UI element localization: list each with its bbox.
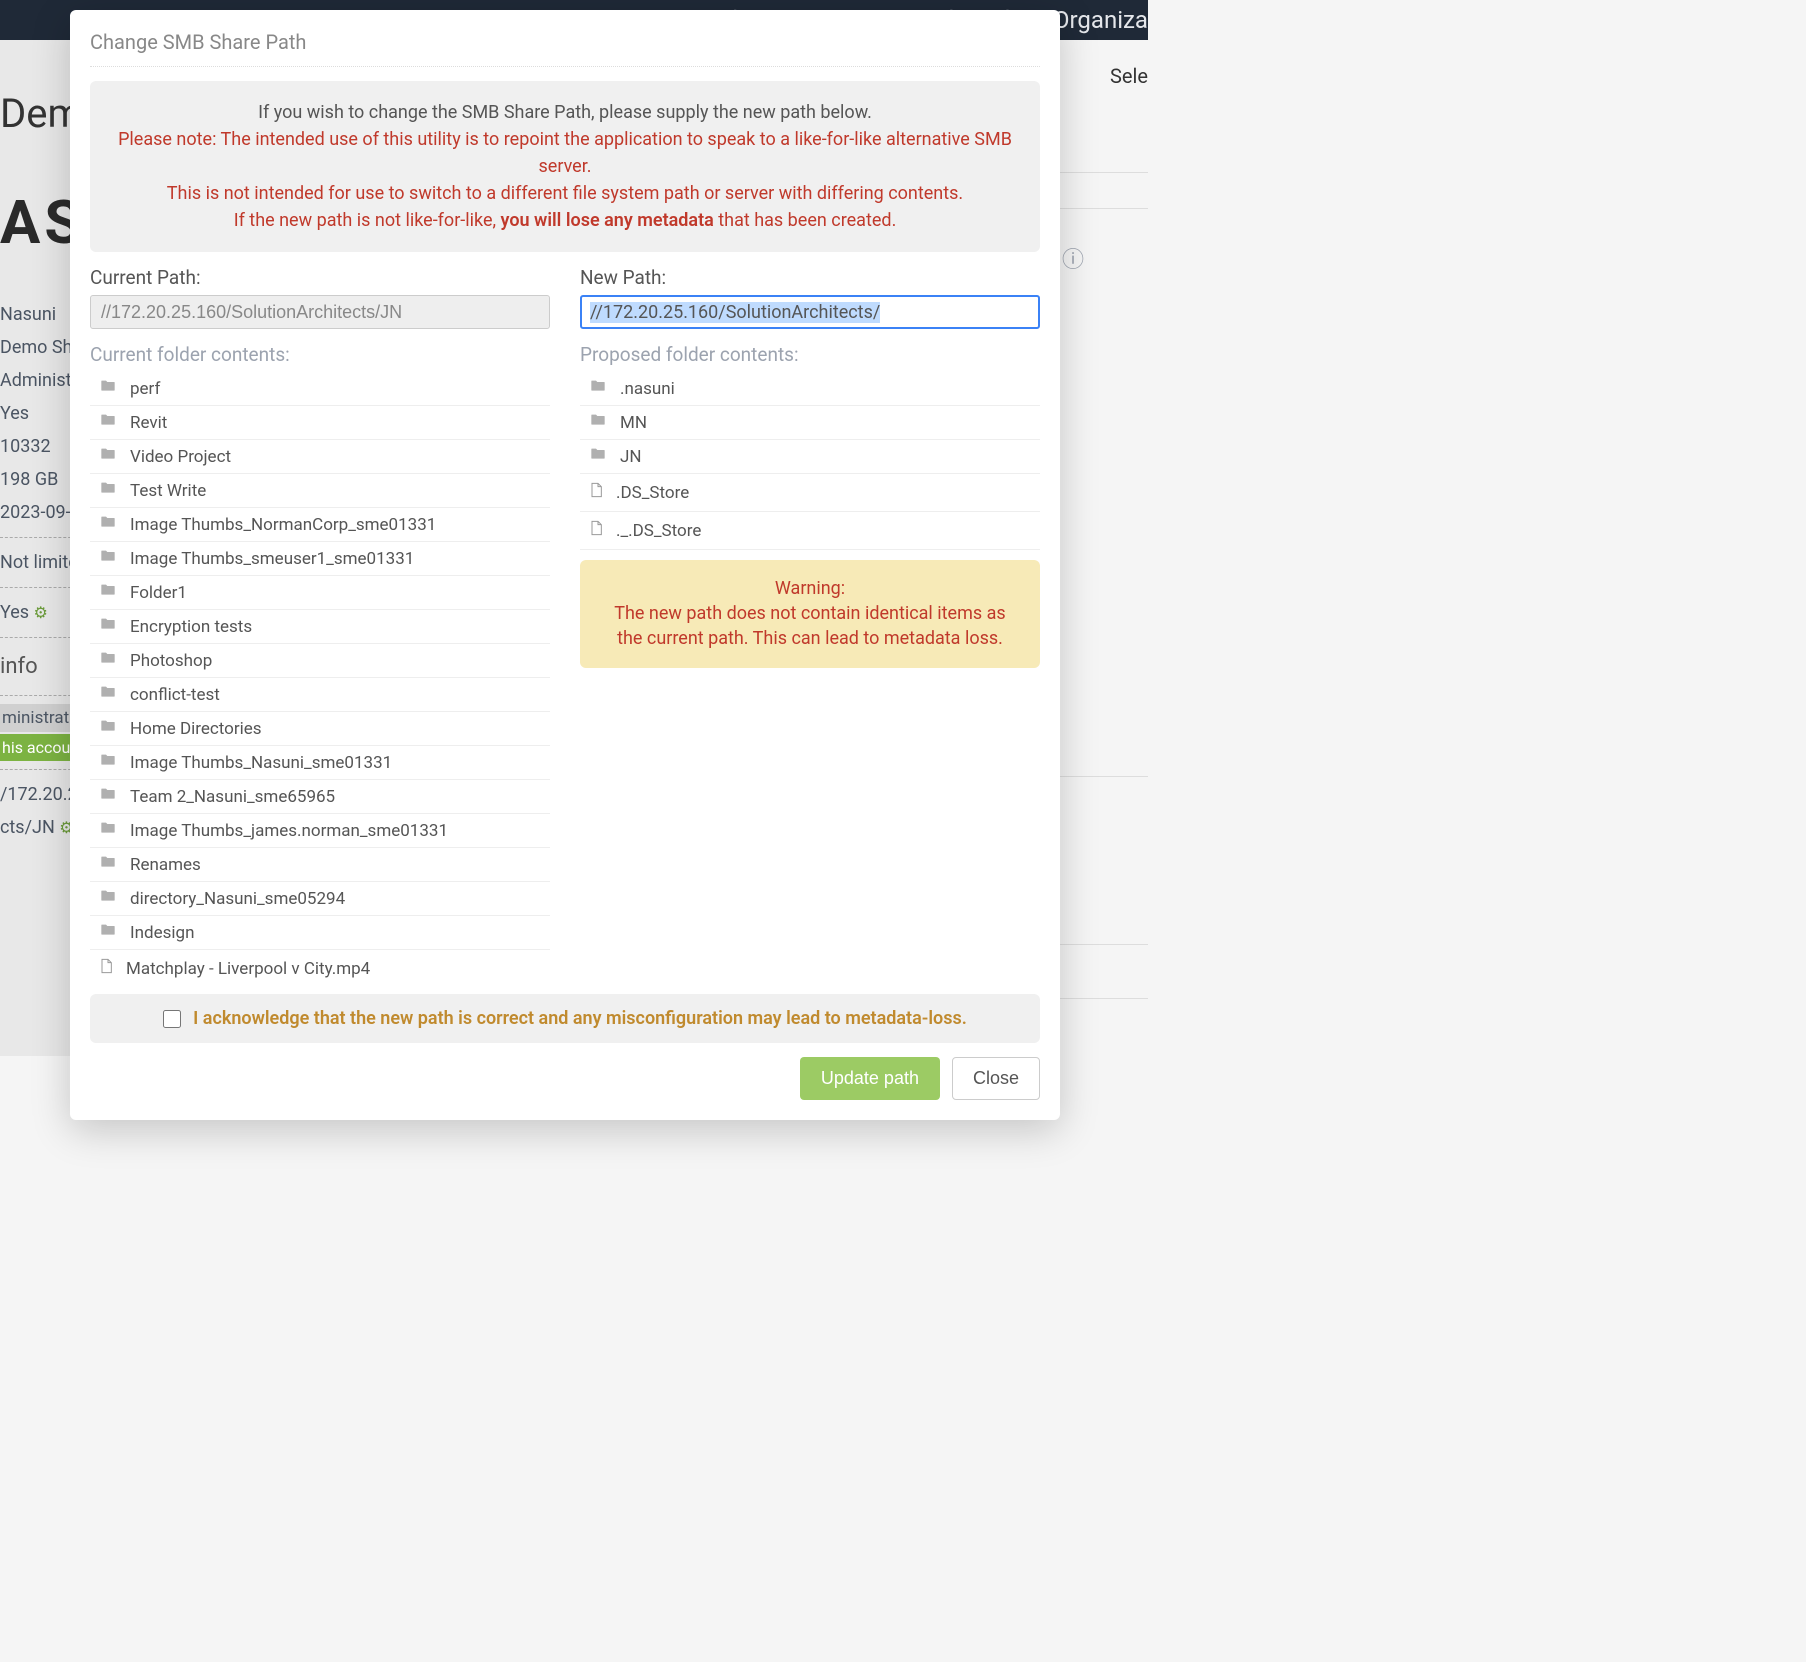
new-path-label: New Path: <box>580 266 1040 289</box>
list-item[interactable]: perf <box>90 372 550 406</box>
folder-icon <box>98 378 118 399</box>
gear-icon[interactable]: ⚙ <box>34 603 48 622</box>
item-name: Image Thumbs_NormanCorp_sme01331 <box>130 515 436 535</box>
list-item[interactable]: Video Project <box>90 440 550 474</box>
folder-icon <box>98 888 118 909</box>
modal-title: Change SMB Share Path <box>90 30 1040 67</box>
background-left-panel: Dem AS Nasuni Demo Sh Administ Yes 10332… <box>0 40 76 1056</box>
list-item[interactable]: directory_Nasuni_sme05294 <box>90 882 550 916</box>
list-item[interactable]: ._.DS_Store <box>580 512 1040 550</box>
proposed-contents-label: Proposed folder contents: <box>580 343 1040 366</box>
info-box: If you wish to change the SMB Share Path… <box>90 81 1040 252</box>
list-item[interactable]: Image Thumbs_james.norman_sme01331 <box>90 814 550 848</box>
list-item[interactable]: Folder1 <box>90 576 550 610</box>
item-name: Encryption tests <box>130 617 252 637</box>
item-name: Folder1 <box>130 583 187 603</box>
folder-icon <box>98 752 118 773</box>
folder-icon <box>98 480 118 501</box>
new-path-column: New Path: //172.20.25.160/SolutionArchit… <box>580 266 1040 980</box>
item-name: .DS_Store <box>616 483 689 503</box>
list-item[interactable]: Matchplay - Liverpool v City.mp4 <box>90 950 550 980</box>
list-item[interactable]: Image Thumbs_Nasuni_sme01331 <box>90 746 550 780</box>
folder-icon <box>98 446 118 467</box>
folder-icon <box>588 378 608 399</box>
list-item[interactable]: Photoshop <box>90 644 550 678</box>
item-name: Test Write <box>130 481 206 501</box>
acknowledge-label[interactable]: I acknowledge that the new path is corre… <box>193 1008 967 1029</box>
acknowledge-box: I acknowledge that the new path is corre… <box>90 994 1040 1043</box>
modal-footer: Update path Close <box>90 1057 1040 1100</box>
folder-icon <box>98 684 118 705</box>
file-icon <box>588 480 604 505</box>
current-path-column: Current Path: Current folder contents: p… <box>90 266 550 980</box>
item-name: Revit <box>130 413 167 433</box>
acknowledge-checkbox[interactable] <box>163 1010 181 1028</box>
item-name: Indesign <box>130 923 194 943</box>
file-icon <box>98 956 114 980</box>
item-name: Matchplay - Liverpool v City.mp4 <box>126 959 370 979</box>
folder-icon <box>98 786 118 807</box>
folder-icon <box>98 582 118 603</box>
current-contents-label: Current folder contents: <box>90 343 550 366</box>
item-name: MN <box>620 413 647 433</box>
folder-icon <box>588 446 608 467</box>
list-item[interactable]: .DS_Store <box>580 474 1040 512</box>
folder-icon <box>98 854 118 875</box>
close-button[interactable]: Close <box>952 1057 1040 1100</box>
list-item[interactable]: Image Thumbs_smeuser1_sme01331 <box>90 542 550 576</box>
item-name: directory_Nasuni_sme05294 <box>130 889 345 909</box>
folder-icon <box>98 922 118 943</box>
folder-icon <box>588 412 608 433</box>
change-smb-path-modal: Change SMB Share Path If you wish to cha… <box>70 10 1060 1120</box>
list-item[interactable]: Test Write <box>90 474 550 508</box>
item-name: Video Project <box>130 447 231 467</box>
current-file-list[interactable]: perf Revit Video Project Test Write Image Th… <box>90 372 550 980</box>
item-name: Photoshop <box>130 651 212 671</box>
nav-organization[interactable]: Organiza <box>1053 6 1148 34</box>
list-item[interactable]: Encryption tests <box>90 610 550 644</box>
item-name: Image Thumbs_james.norman_sme01331 <box>130 821 448 841</box>
folder-icon <box>98 718 118 739</box>
item-name: Renames <box>130 855 201 875</box>
current-path-label: Current Path: <box>90 266 550 289</box>
item-name: JN <box>620 447 642 467</box>
warning-box: Warning: The new path does not contain i… <box>580 560 1040 668</box>
file-icon <box>588 518 604 543</box>
item-name: ._.DS_Store <box>616 521 701 541</box>
folder-icon <box>98 820 118 841</box>
list-item[interactable]: Revit <box>90 406 550 440</box>
folder-icon <box>98 514 118 535</box>
list-item[interactable]: conflict-test <box>90 678 550 712</box>
list-item[interactable]: Team 2_Nasuni_sme65965 <box>90 780 550 814</box>
list-item[interactable]: Home Directories <box>90 712 550 746</box>
folder-icon <box>98 412 118 433</box>
proposed-file-list[interactable]: .nasuni MN JN .DS_Store ._.DS_Store <box>580 372 1040 550</box>
list-item[interactable]: JN <box>580 440 1040 474</box>
list-item[interactable]: Renames <box>90 848 550 882</box>
list-item[interactable]: Image Thumbs_NormanCorp_sme01331 <box>90 508 550 542</box>
list-item[interactable]: MN <box>580 406 1040 440</box>
folder-icon <box>98 616 118 637</box>
list-item[interactable]: .nasuni <box>580 372 1040 406</box>
item-name: Image Thumbs_smeuser1_sme01331 <box>130 549 414 569</box>
info-icon[interactable]: ⓘ <box>1062 242 1084 274</box>
item-name: .nasuni <box>620 379 675 399</box>
new-path-input[interactable]: //172.20.25.160/SolutionArchitects/ <box>580 295 1040 329</box>
item-name: Home Directories <box>130 719 262 739</box>
list-item[interactable]: Indesign <box>90 916 550 950</box>
select-dropdown[interactable]: Sele <box>1110 64 1148 88</box>
update-path-button[interactable]: Update path <box>800 1057 940 1100</box>
item-name: perf <box>130 379 160 399</box>
item-name: Image Thumbs_Nasuni_sme01331 <box>130 753 392 773</box>
folder-icon <box>98 548 118 569</box>
item-name: Team 2_Nasuni_sme65965 <box>130 787 335 807</box>
item-name: conflict-test <box>130 685 220 705</box>
current-path-input <box>90 295 550 329</box>
folder-icon <box>98 650 118 671</box>
